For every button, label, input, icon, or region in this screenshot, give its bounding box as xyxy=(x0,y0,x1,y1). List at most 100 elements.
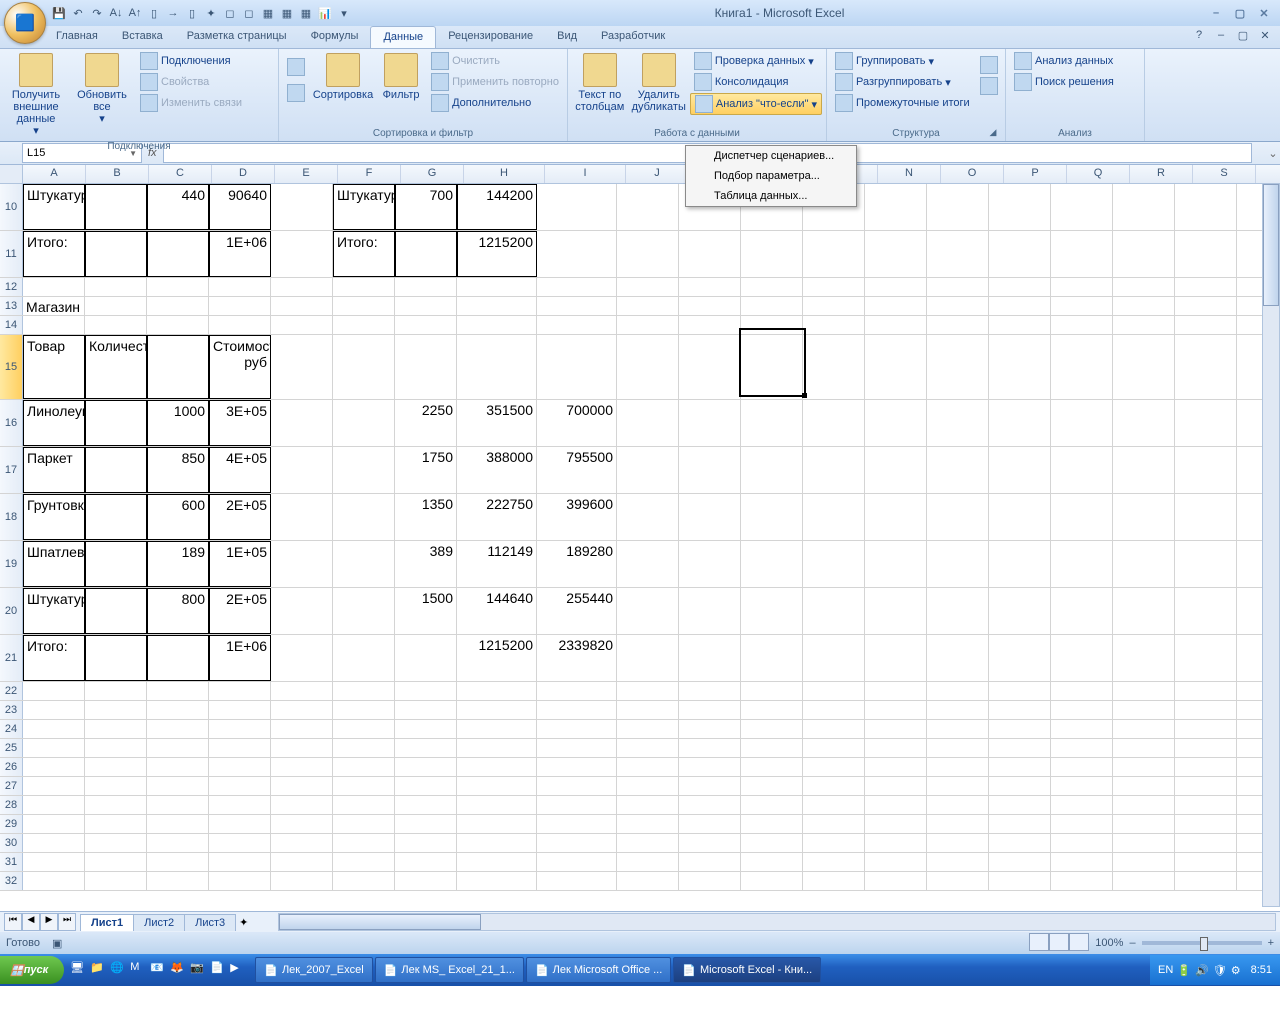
cell[interactable] xyxy=(1051,316,1113,334)
cell[interactable] xyxy=(23,872,85,890)
cell[interactable] xyxy=(803,400,865,446)
cell[interactable] xyxy=(989,701,1051,719)
cell[interactable] xyxy=(457,872,537,890)
row-header[interactable]: 25 xyxy=(0,739,23,757)
ribbon-tab[interactable]: Разметка страницы xyxy=(175,26,299,48)
cell[interactable] xyxy=(457,701,537,719)
cell[interactable] xyxy=(85,278,147,296)
cell[interactable] xyxy=(803,739,865,757)
cell[interactable] xyxy=(679,635,741,681)
row-header[interactable]: 10 xyxy=(0,184,23,230)
vertical-scrollbar[interactable] xyxy=(1262,183,1280,907)
cell[interactable] xyxy=(537,297,617,315)
cell[interactable] xyxy=(457,739,537,757)
cell[interactable] xyxy=(989,758,1051,776)
ribbon-tab[interactable]: Главная xyxy=(44,26,110,48)
column-header[interactable]: Q xyxy=(1067,165,1130,183)
cell[interactable] xyxy=(271,872,333,890)
cell[interactable] xyxy=(989,796,1051,814)
cell[interactable]: 850 xyxy=(147,447,209,493)
cell[interactable] xyxy=(1113,853,1175,871)
cell[interactable] xyxy=(333,278,395,296)
sheet-nav-next-icon[interactable]: ▶ xyxy=(40,913,58,931)
cell[interactable] xyxy=(209,278,271,296)
cell[interactable] xyxy=(457,758,537,776)
sort-desc-button[interactable] xyxy=(283,83,309,103)
cell[interactable] xyxy=(1051,278,1113,296)
cell[interactable] xyxy=(333,447,395,493)
cell[interactable]: 90640 xyxy=(209,184,271,230)
cell[interactable]: 388000 xyxy=(457,447,537,493)
cell[interactable] xyxy=(1051,815,1113,833)
cell[interactable] xyxy=(741,400,803,446)
cell[interactable] xyxy=(537,701,617,719)
cell[interactable] xyxy=(989,335,1051,399)
cell[interactable] xyxy=(865,400,927,446)
cell[interactable] xyxy=(927,701,989,719)
cell[interactable] xyxy=(865,701,927,719)
cell[interactable] xyxy=(741,635,803,681)
cell[interactable] xyxy=(537,834,617,852)
column-header[interactable]: H xyxy=(464,165,545,183)
cell[interactable]: 399600 xyxy=(537,494,617,540)
cell[interactable] xyxy=(457,796,537,814)
cell[interactable]: 1215200 xyxy=(457,231,537,277)
cell[interactable] xyxy=(679,739,741,757)
cell[interactable] xyxy=(617,278,679,296)
row-header[interactable]: 22 xyxy=(0,682,23,700)
cell[interactable]: 1750 xyxy=(395,447,457,493)
cell[interactable] xyxy=(271,701,333,719)
cell[interactable] xyxy=(989,720,1051,738)
cell[interactable] xyxy=(927,335,989,399)
cell[interactable] xyxy=(927,494,989,540)
cell[interactable]: Количество xyxy=(85,335,147,399)
cell[interactable] xyxy=(457,815,537,833)
cell[interactable] xyxy=(85,297,147,315)
cell[interactable] xyxy=(333,834,395,852)
cell[interactable] xyxy=(1113,796,1175,814)
cell[interactable] xyxy=(271,739,333,757)
row-header[interactable]: 18 xyxy=(0,494,23,540)
cell[interactable] xyxy=(803,541,865,587)
ql-icon[interactable]: M xyxy=(130,961,148,979)
cell[interactable]: 351500 xyxy=(457,400,537,446)
cell[interactable] xyxy=(865,494,927,540)
cell[interactable] xyxy=(679,278,741,296)
row-header[interactable]: 12 xyxy=(0,278,23,296)
cell[interactable] xyxy=(1175,316,1237,334)
cell[interactable] xyxy=(147,758,209,776)
cell[interactable] xyxy=(927,447,989,493)
cell[interactable] xyxy=(395,231,457,277)
cell[interactable] xyxy=(989,231,1051,277)
cell[interactable]: 1E+05 xyxy=(209,541,271,587)
cell[interactable] xyxy=(865,316,927,334)
cell[interactable]: 1215200 xyxy=(457,635,537,681)
cell[interactable] xyxy=(741,777,803,795)
cell[interactable] xyxy=(741,682,803,700)
qat-btn-icon[interactable]: ▦ xyxy=(259,4,277,22)
cell[interactable] xyxy=(803,588,865,634)
reapply-button[interactable]: Применить повторно xyxy=(427,72,563,92)
cell[interactable] xyxy=(1113,335,1175,399)
cell[interactable] xyxy=(865,682,927,700)
cell[interactable] xyxy=(741,494,803,540)
cell[interactable] xyxy=(803,316,865,334)
cell[interactable] xyxy=(537,758,617,776)
cell[interactable]: Грунтовка xyxy=(23,494,85,540)
cell[interactable] xyxy=(271,815,333,833)
cell[interactable] xyxy=(741,335,803,399)
cell[interactable] xyxy=(865,297,927,315)
cell[interactable] xyxy=(395,777,457,795)
cell[interactable] xyxy=(679,758,741,776)
macro-record-icon[interactable]: ▣ xyxy=(52,937,62,950)
cell[interactable] xyxy=(85,682,147,700)
cell[interactable] xyxy=(741,316,803,334)
cell[interactable] xyxy=(865,541,927,587)
cell[interactable] xyxy=(1113,635,1175,681)
cell[interactable] xyxy=(803,335,865,399)
column-header[interactable]: E xyxy=(275,165,338,183)
ribbon-tab[interactable]: Рецензирование xyxy=(436,26,545,48)
cell[interactable] xyxy=(1051,335,1113,399)
cell[interactable] xyxy=(147,278,209,296)
cell[interactable] xyxy=(333,635,395,681)
